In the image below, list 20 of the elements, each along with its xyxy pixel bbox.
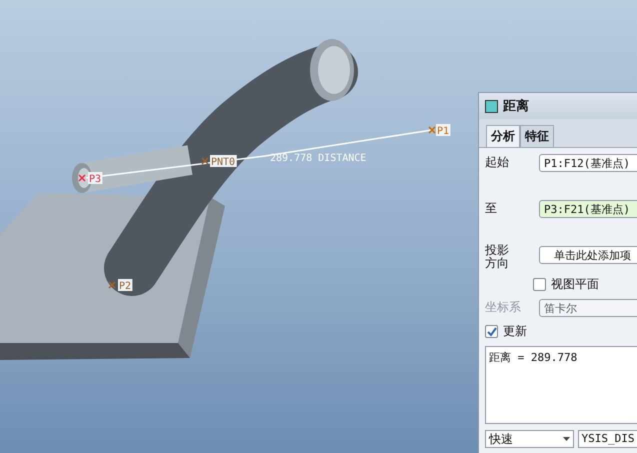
field-label: 投影方向 xyxy=(485,244,510,270)
dropdown-caret-icon xyxy=(562,437,570,441)
result-text-area: 距离 = 289.778 xyxy=(485,346,637,424)
field-label: 坐标系 xyxy=(485,299,522,316)
field-label: 起始 xyxy=(485,154,510,171)
window-icon xyxy=(485,100,498,112)
dialog-title: 距离 xyxy=(503,98,529,115)
add-item-button[interactable]: 单击此处添加项 xyxy=(539,246,637,264)
checkbox[interactable] xyxy=(485,325,498,338)
reference-field[interactable]: P3:F21(基准点) xyxy=(539,200,637,218)
tab[interactable]: 分析 xyxy=(486,125,520,147)
tab[interactable]: 特征 xyxy=(520,125,554,147)
field-label: 至 xyxy=(485,200,498,217)
checkbox-label: 视图平面 xyxy=(551,276,599,293)
mode-dropdown[interactable]: 快速 xyxy=(485,430,574,448)
name-field[interactable]: YSIS_DIS xyxy=(578,430,637,448)
reference-field[interactable]: P1:F12(基准点) xyxy=(539,154,637,172)
checkbox[interactable] xyxy=(533,278,546,291)
dimension-label: 289.778 DISTANCE xyxy=(270,153,366,164)
checkbox-label: 更新 xyxy=(503,323,527,340)
